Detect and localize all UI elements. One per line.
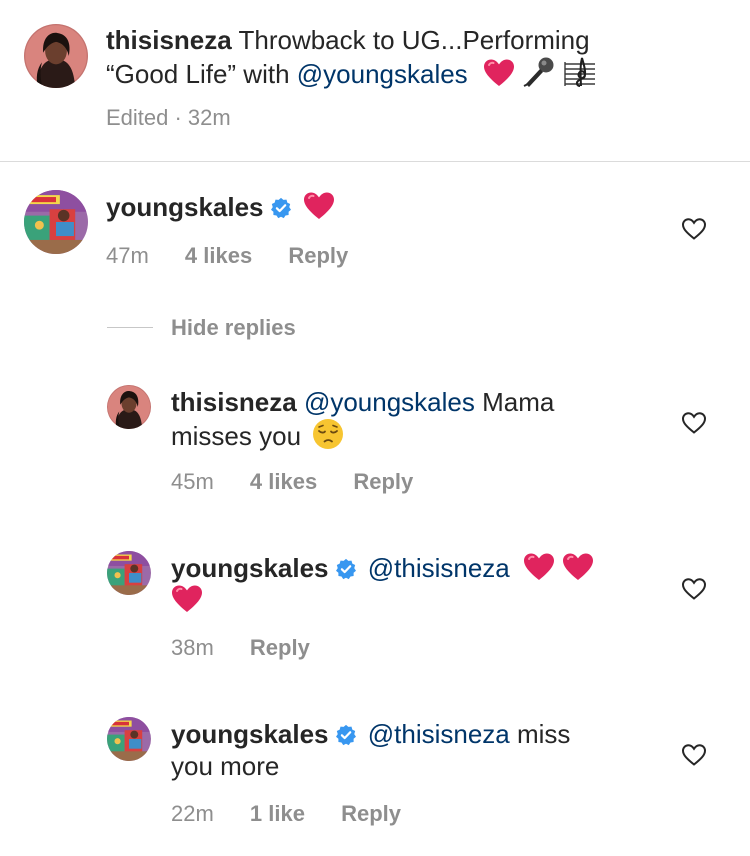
comment-reply-button[interactable]: Reply bbox=[288, 243, 348, 268]
reply-text-line-1: youngskales @thisisneza bbox=[171, 552, 594, 584]
reply-time: 45m bbox=[171, 469, 214, 494]
avatar-image bbox=[107, 717, 151, 761]
reply-like-heart-icon[interactable] bbox=[681, 743, 707, 767]
reply-username[interactable]: youngskales bbox=[171, 553, 329, 583]
reply-mention[interactable]: @youngskales bbox=[304, 387, 475, 417]
comment-text: youngskales bbox=[106, 191, 335, 223]
verified-badge-icon bbox=[270, 197, 292, 219]
post-divider bbox=[0, 161, 750, 162]
comment-meta: 47m 4 likes Reply bbox=[106, 243, 348, 269]
reply-like-heart-icon[interactable] bbox=[681, 577, 707, 601]
reply-likes[interactable]: 4 likes bbox=[250, 469, 317, 494]
reply-mention[interactable]: @thisisneza bbox=[368, 719, 510, 749]
reply-time: 22m bbox=[171, 801, 214, 826]
reply-like-heart-icon[interactable] bbox=[681, 411, 707, 435]
reply-text-2: misses you bbox=[171, 421, 302, 451]
reply-text-line-2: you more bbox=[171, 750, 279, 782]
post-caption-text-2: “Good Life” with bbox=[106, 59, 297, 89]
red-heart-icon bbox=[562, 552, 594, 582]
avatar-image bbox=[24, 190, 88, 254]
hide-replies-line bbox=[107, 327, 153, 328]
post-author-avatar[interactable] bbox=[24, 24, 88, 88]
reply-likes[interactable]: 1 like bbox=[250, 801, 305, 826]
red-heart-icon bbox=[303, 191, 335, 221]
red-heart-icon bbox=[171, 584, 203, 614]
reply-reply-button[interactable]: Reply bbox=[250, 635, 310, 660]
reply-avatar[interactable] bbox=[107, 551, 151, 595]
reply-mention[interactable]: @thisisneza bbox=[368, 553, 510, 583]
musical-score-icon bbox=[564, 57, 596, 87]
post-caption-line-1: thisisneza Throwback to UG...Performing bbox=[106, 24, 590, 56]
avatar-image bbox=[107, 551, 151, 595]
reply-text-line-1: thisisneza @youngskales Mama bbox=[171, 386, 554, 418]
reply-avatar[interactable] bbox=[107, 385, 151, 429]
reply-username[interactable]: youngskales bbox=[171, 719, 329, 749]
verified-badge-icon bbox=[335, 558, 357, 580]
microphone-icon bbox=[523, 57, 554, 87]
post-meta: Edited · 32m bbox=[106, 105, 231, 130]
reply-text-line-2: misses you bbox=[171, 418, 344, 452]
comment-username[interactable]: youngskales bbox=[106, 192, 264, 222]
reply-reply-button[interactable]: Reply bbox=[353, 469, 413, 494]
post-author-username[interactable]: thisisneza bbox=[106, 25, 232, 55]
comment-avatar[interactable] bbox=[24, 190, 88, 254]
reply-time: 38m bbox=[171, 635, 214, 660]
red-heart-icon bbox=[523, 552, 555, 582]
comment-likes[interactable]: 4 likes bbox=[185, 243, 252, 268]
reply-meta: 22m 1 like Reply bbox=[171, 801, 401, 827]
post-caption-text: Throwback to UG...Performing bbox=[238, 25, 590, 55]
reply-text: miss bbox=[509, 719, 571, 749]
comment-time: 47m bbox=[106, 243, 149, 268]
avatar-image bbox=[24, 24, 88, 88]
reply-text-line-2 bbox=[171, 584, 203, 616]
reply-text: Mama bbox=[474, 387, 555, 417]
reply-text-2: you more bbox=[171, 751, 280, 781]
reply-reply-button[interactable]: Reply bbox=[341, 801, 401, 826]
red-heart-icon bbox=[483, 58, 515, 88]
hide-replies-button[interactable]: Hide replies bbox=[171, 315, 296, 341]
comment-like-heart-icon[interactable] bbox=[681, 217, 707, 241]
verified-badge-icon bbox=[335, 724, 357, 746]
pensive-face-icon bbox=[313, 419, 344, 449]
reply-meta: 45m 4 likes Reply bbox=[171, 469, 413, 495]
post-caption-mention[interactable]: @youngskales bbox=[297, 59, 468, 89]
avatar-image bbox=[107, 385, 151, 429]
reply-text-line-1: youngskales @thisisneza miss bbox=[171, 718, 570, 750]
reply-meta: 38m Reply bbox=[171, 635, 310, 661]
reply-username[interactable]: thisisneza bbox=[171, 387, 297, 417]
post-caption-line-2: “Good Life” with @youngskales bbox=[106, 56, 597, 90]
hide-replies-label: Hide replies bbox=[171, 315, 296, 340]
reply-avatar[interactable] bbox=[107, 717, 151, 761]
